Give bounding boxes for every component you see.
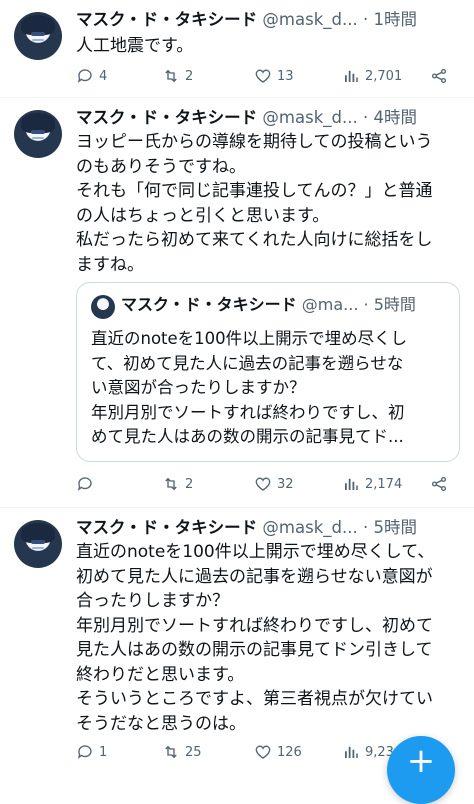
- tweet-text-line: 見た人はあの数の開示の記事見てドン引きして: [76, 640, 433, 660]
- retweet-count: 2: [185, 68, 194, 84]
- quote-header: マスク・ド・タキシード @ma... · 5時間: [121, 293, 451, 317]
- views-count: 2,701: [365, 68, 403, 84]
- views-count: 2,174: [365, 476, 403, 492]
- tweet-text-line: 初めて見た人に過去の記事を遡らせない意図が: [76, 566, 433, 587]
- quote-text-line: 直近のnoteを100件以上開示で埋め尽くし: [91, 329, 408, 348]
- author-name[interactable]: マスク・ド・タキシード: [76, 10, 257, 29]
- retweet-icon: [165, 69, 177, 83]
- tweet-text-line: の人はちょっと引くと思います。: [76, 205, 330, 226]
- tweet-text-line: 直近のnoteを100件以上開示で埋め尽くして、: [76, 542, 435, 562]
- tweet-time[interactable]: · 4時間: [363, 108, 417, 127]
- quote-text-line: めて見た人はあの数の開示の記事見てド...: [91, 427, 404, 446]
- tweet-header: マスク・ド・タキシード @mask_d... · 4時間: [76, 106, 468, 130]
- tweet-text-line: そういうところですよ、第三者視点が欠けてい: [76, 689, 433, 709]
- reply-icon: [77, 745, 92, 759]
- quote-text-line: 年別月別でソートすれば終わりですし、初: [91, 402, 405, 422]
- tweet-text: 人工地震です。: [76, 34, 468, 59]
- views-button[interactable]: 2,701: [342, 64, 402, 88]
- tweet-text-line: ますね。: [76, 254, 144, 275]
- avatar[interactable]: [14, 110, 62, 158]
- tweet-1[interactable]: マスク・ド・タキシード @mask_d... · 1時間 人工地震です。 4 2…: [0, 0, 474, 97]
- compose-plus-icon: +: [406, 741, 436, 781]
- share-icon: [431, 476, 447, 492]
- like-button[interactable]: 126: [254, 740, 302, 764]
- retweet-button[interactable]: 2: [162, 64, 193, 88]
- share-icon: [431, 68, 447, 84]
- retweet-icon: [165, 477, 177, 491]
- tweet-text-line: それも「何で同じ記事連投してんの？」と普通: [76, 181, 433, 201]
- tweet-text: ヨッピー氏からの導線を期待しての投稿という のもありそうですね。 それも「何で同…: [76, 130, 468, 277]
- author-handle[interactable]: @mask_d...: [262, 108, 357, 127]
- views-button[interactable]: 2,174: [342, 472, 402, 496]
- views-icon: [345, 478, 358, 490]
- reply-count: 1: [99, 744, 108, 760]
- tweet-text-line: そうだなと思うのは。: [76, 713, 246, 734]
- retweet-button[interactable]: 25: [162, 740, 202, 764]
- share-button[interactable]: [430, 64, 448, 88]
- retweet-count: 25: [185, 744, 202, 760]
- tweet-text-line: 私だったら初めて来てくれた人向けに総括をし: [76, 230, 433, 250]
- tweet-header: マスク・ド・タキシード @mask_d... · 1時間: [76, 8, 468, 32]
- reply-count: 4: [99, 68, 108, 84]
- like-count: 32: [277, 476, 294, 492]
- tweet-time[interactable]: · 1時間: [363, 10, 417, 29]
- quote-time: · 5時間: [363, 295, 416, 314]
- tweet-text: 直近のnoteを100件以上開示で埋め尽くして、 初めて見た人に過去の記事を遡ら…: [76, 540, 468, 736]
- tweet-text-line: 終わりだと思います。: [76, 664, 245, 685]
- tweet-text-line: 年別月別でソートすれば終わりですし、初めて: [76, 615, 433, 636]
- author-handle[interactable]: @mask_d...: [262, 518, 357, 537]
- heart-icon: [255, 477, 271, 491]
- avatar[interactable]: [14, 520, 62, 568]
- like-count: 13: [277, 68, 294, 84]
- quoted-tweet[interactable]: マスク・ド・タキシード @ma... · 5時間 直近のnoteを100件以上開…: [76, 282, 460, 462]
- tweet-actions: 4 2 13 2,701: [76, 64, 466, 88]
- retweet-icon: [165, 745, 177, 759]
- heart-icon: [255, 745, 271, 759]
- quote-author-handle: @ma...: [301, 295, 359, 314]
- tweet-3[interactable]: マスク・ド・タキシード @mask_d... · 5時間 直近のnoteを100…: [0, 508, 474, 778]
- like-button[interactable]: 32: [254, 472, 294, 496]
- tweet-text-line: ヨッピー氏からの導線を期待しての投稿という: [76, 132, 433, 152]
- tweet-text-line: 人工地震です。: [76, 36, 194, 56]
- like-button[interactable]: 13: [254, 64, 294, 88]
- avatar[interactable]: [14, 12, 62, 60]
- reply-icon: [77, 69, 92, 83]
- views-icon: [345, 746, 358, 758]
- tweet-text-line: のもありそうですね。: [76, 156, 246, 177]
- tweet-2[interactable]: マスク・ド・タキシード @mask_d... · 4時間 ヨッピー氏からの導線を…: [0, 98, 474, 507]
- quote-text: 直近のnoteを100件以上開示で埋め尽くし て、初めて見た人に過去の記事を遡ら…: [91, 327, 451, 450]
- quote-avatar: [91, 295, 115, 319]
- reply-button[interactable]: [76, 472, 99, 496]
- reply-button[interactable]: 4: [76, 64, 107, 88]
- retweet-count: 2: [185, 476, 194, 492]
- author-handle[interactable]: @mask_d...: [262, 10, 357, 29]
- views-icon: [345, 70, 358, 82]
- tweet-actions: 2 32 2,174: [76, 472, 466, 496]
- quote-text-line: い意図が合ったりしますか？: [91, 378, 306, 397]
- reply-icon: [77, 477, 92, 491]
- compose-button[interactable]: +: [387, 736, 455, 804]
- like-count: 126: [277, 744, 302, 760]
- tweet-text-line: 合ったりしますか？: [76, 591, 229, 611]
- quote-text-line: て、初めて見た人に過去の記事を遡らせな: [91, 353, 404, 373]
- author-name[interactable]: マスク・ド・タキシード: [76, 108, 257, 127]
- retweet-button[interactable]: 2: [162, 472, 193, 496]
- share-button[interactable]: [430, 472, 448, 496]
- heart-icon: [255, 69, 271, 83]
- reply-button[interactable]: 1: [76, 740, 107, 764]
- author-name[interactable]: マスク・ド・タキシード: [76, 518, 257, 537]
- quote-author-name: マスク・ド・タキシード: [121, 295, 297, 314]
- tweet-time[interactable]: · 5時間: [363, 518, 417, 537]
- tweet-header: マスク・ド・タキシード @mask_d... · 5時間: [76, 516, 468, 540]
